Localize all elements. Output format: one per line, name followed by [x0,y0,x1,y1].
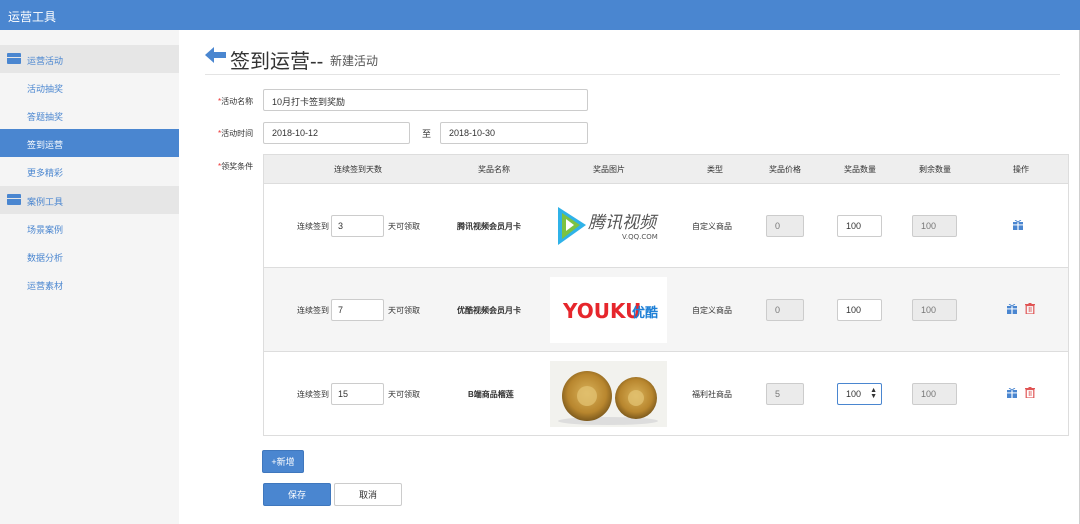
page-subtitle: 新建活动 [330,54,379,68]
prize-image-durian [550,361,667,427]
end-date-input[interactable]: 2018-10-30 [440,122,588,144]
qty-value: 100 [846,389,862,399]
sidebar-item-quiz-lottery[interactable]: 答题抽奖 [0,101,179,129]
gift-icon[interactable] [1013,220,1023,230]
table-row: 连续签到 15 天可领取 B端商品榴莲 福利社商品 5 100 ▲ ▼ 100 [264,352,1068,436]
sidebar-item-label: 运营素材 [27,281,64,291]
price-input: 0 [766,215,804,237]
col-header-name: 奖品名称 [478,165,510,174]
table-header: 连续签到天数 奖品名称 奖品图片 类型 奖品价格 奖品数量 剩余数量 操作 [264,155,1068,184]
save-button[interactable]: 保存 [263,483,331,506]
sidebar-item-more[interactable]: 更多精彩 [0,157,179,185]
col-header-image: 奖品图片 [593,165,625,174]
col-header-qty: 奖品数量 [844,165,876,174]
prize-type: 自定义商品 [692,306,732,315]
price-input: 0 [766,299,804,321]
youku-logo-icon: YOUKU 优酷 [562,299,658,323]
price-input: 5 [766,383,804,405]
logo-subtext: V.QQ.COM [622,233,658,241]
sidebar-item-label: 数据分析 [27,253,64,263]
checkin-suffix: 天可领取 [388,306,420,315]
logo-text: 腾讯视频 [588,213,659,233]
col-header-days: 连续签到天数 [334,165,382,174]
qty-stepper[interactable]: 100 ▲ ▼ [837,383,882,405]
back-arrow-icon[interactable] [205,47,227,63]
app-title: 运营工具 [8,10,57,24]
briefcase-icon [7,194,21,205]
sidebar-item-analytics[interactable]: 数据分析 [0,242,179,270]
checkin-prefix: 连续签到 [297,222,329,231]
checkin-suffix: 天可领取 [388,222,420,231]
rewards-table: 连续签到天数 奖品名称 奖品图片 类型 奖品价格 奖品数量 剩余数量 操作 连续… [263,154,1069,436]
add-row-button[interactable]: +新增 [262,450,304,473]
sidebar-item-checkin[interactable]: 签到运营 [0,129,179,157]
logo-subtext: 优酷 [632,305,658,321]
remaining-input: 100 [912,299,957,321]
prize-name: B端商品榴莲 [468,390,514,399]
activity-time-label: *活动时间 [218,128,253,139]
prize-image-tencent: 腾讯视频 V.QQ.COM [550,193,667,259]
qty-input[interactable]: 100 [837,299,882,321]
sidebar-item-label: 答题抽奖 [27,112,64,122]
sidebar-item-materials[interactable]: 运营素材 [0,270,179,298]
checkin-prefix: 连续签到 [297,306,329,315]
title-divider [205,74,1060,75]
tencent-video-logo-icon: 腾讯视频 V.QQ.COM [558,207,659,245]
col-header-type: 类型 [707,165,723,174]
cancel-button[interactable]: 取消 [334,483,402,506]
days-input[interactable]: 15 [331,383,384,405]
stepper-arrows-icon[interactable]: ▲ ▼ [870,387,877,400]
qty-input[interactable]: 100 [837,215,882,237]
col-header-actions: 操作 [1013,165,1029,174]
remaining-input: 100 [912,215,957,237]
sidebar-item-lottery[interactable]: 活动抽奖 [0,73,179,101]
gift-icon [7,53,21,64]
trash-icon[interactable] [1025,303,1035,314]
rules-label: *领奖条件 [218,161,253,172]
label-text: 活动时间 [221,129,254,138]
gift-icon[interactable] [1007,304,1017,314]
sidebar-group-cases[interactable]: 案例工具 [0,186,179,214]
sidebar-item-scenarios[interactable]: 场景案例 [0,214,179,242]
col-header-price: 奖品价格 [769,165,801,174]
checkin-prefix: 连续签到 [297,390,329,399]
sidebar-item-label: 活动抽奖 [27,84,64,94]
activity-name-label: *活动名称 [218,96,253,107]
sidebar-item-label: 签到运营 [27,140,64,150]
sidebar: 运营活动 活动抽奖 答题抽奖 签到运营 更多精彩 案例工具 场景案例 数据分析 … [0,30,179,524]
durian-photo-icon [558,371,658,425]
prize-type: 自定义商品 [692,222,732,231]
prize-type: 福利社商品 [692,390,732,399]
sidebar-group-activities[interactable]: 运营活动 [0,45,179,73]
col-header-remaining: 剩余数量 [919,165,951,174]
table-row: 连续签到 7 天可领取 优酷视频会员月卡 YOUKU 优酷 自定义商品 0 10… [264,268,1068,352]
trash-icon[interactable] [1025,387,1035,398]
sidebar-group-label: 运营活动 [27,56,64,66]
logo-text: YOUKU [562,299,641,323]
remaining-input: 100 [912,383,957,405]
sidebar-group-label: 案例工具 [27,197,64,207]
prize-name: 腾讯视频会员月卡 [457,222,521,231]
gift-icon[interactable] [1007,388,1017,398]
label-text: 活动名称 [221,97,254,106]
checkin-suffix: 天可领取 [388,390,420,399]
days-input[interactable]: 3 [331,215,384,237]
main-content: 签到运营-- 新建活动 *活动名称 10月打卡签到奖励 *活动时间 2018-1… [180,30,1080,524]
table-row: 连续签到 3 天可领取 腾讯视频会员月卡 腾讯视频 V.QQ.COM 自定义商品… [264,184,1068,268]
top-bar: 运营工具 [0,0,1080,30]
date-range-separator: 至 [422,129,432,139]
sidebar-item-label: 更多精彩 [27,168,64,178]
prize-name: 优酷视频会员月卡 [457,306,521,315]
activity-name-input[interactable]: 10月打卡签到奖励 [263,89,588,111]
sidebar-item-label: 场景案例 [27,225,64,235]
days-input[interactable]: 7 [331,299,384,321]
start-date-input[interactable]: 2018-10-12 [263,122,410,144]
page-title: 签到运营-- [230,51,324,73]
label-text: 领奖条件 [221,162,254,171]
prize-image-youku: YOUKU 优酷 [550,277,667,343]
